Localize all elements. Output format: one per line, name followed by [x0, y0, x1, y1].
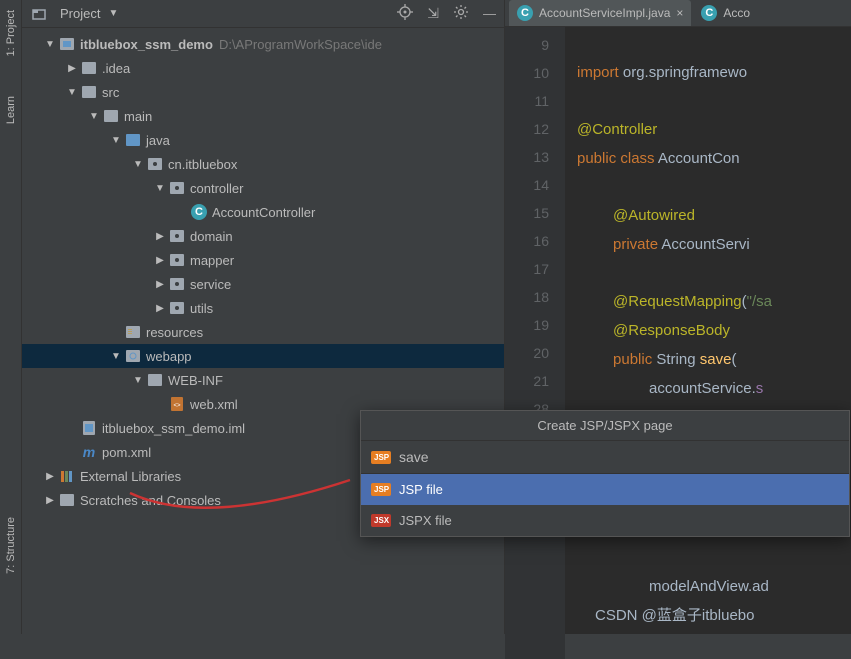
tree-main[interactable]: main — [22, 104, 504, 128]
tree-webinf[interactable]: WEB-INF — [22, 368, 504, 392]
package-icon — [168, 252, 186, 268]
project-title: Project — [60, 6, 100, 21]
tree-idea[interactable]: .idea — [22, 56, 504, 80]
hide-icon[interactable]: — — [483, 6, 496, 21]
package-icon — [146, 156, 164, 172]
filename-input[interactable] — [399, 449, 839, 465]
module-icon — [58, 36, 76, 52]
tree-java[interactable]: java — [22, 128, 504, 152]
jsp-icon: JSP — [371, 483, 391, 496]
tree-mapper[interactable]: mapper — [22, 248, 504, 272]
tree-package[interactable]: cn.itbluebox — [22, 152, 504, 176]
line-gutter: 91011 121314 1516 1718 192021 2829 — [505, 27, 565, 659]
dialog-title: Create JSP/JSPX page — [361, 411, 849, 441]
jsx-icon: JSX — [371, 514, 391, 527]
dialog-input-row: JSP — [361, 441, 849, 474]
source-folder-icon — [124, 132, 142, 148]
locate-icon[interactable] — [397, 4, 413, 23]
package-icon — [168, 300, 186, 316]
tree-service[interactable]: service — [22, 272, 504, 296]
tree-root[interactable]: itbluebox_ssm_demo D:\AProgramWorkSpace\… — [22, 32, 504, 56]
xml-icon: <> — [168, 396, 186, 412]
project-view-icon — [30, 6, 48, 22]
svg-text:<>: <> — [173, 403, 181, 409]
editor-tabs: C AccountServiceImpl.java × C Acco — [505, 0, 851, 27]
package-icon — [168, 180, 186, 196]
tree-account-controller[interactable]: C AccountController — [22, 200, 504, 224]
rail-learn[interactable]: Learn — [5, 96, 17, 124]
folder-icon — [146, 372, 164, 388]
project-panel: Project ▼ ⇲ — itbluebox_ssm_demo D:\APro… — [22, 0, 504, 634]
project-header: Project ▼ ⇲ — — [22, 0, 504, 28]
editor-body[interactable]: 91011 121314 1516 1718 192021 2829 impor… — [505, 27, 851, 659]
tree-resources[interactable]: resources — [22, 320, 504, 344]
dropdown-icon[interactable]: ▼ — [108, 8, 118, 19]
editor-tab-1[interactable]: C AccountServiceImpl.java × — [509, 0, 691, 26]
settings-icon[interactable] — [453, 4, 469, 23]
code-area[interactable]: import org.springframewo @Controller pub… — [565, 27, 851, 659]
class-icon: C — [517, 5, 533, 21]
maven-icon: m — [80, 444, 98, 460]
close-tab-icon[interactable]: × — [676, 6, 683, 20]
folder-icon — [80, 60, 98, 76]
resources-folder-icon — [124, 324, 142, 340]
folder-icon — [80, 84, 98, 100]
folder-icon — [102, 108, 120, 124]
option-jsp-file[interactable]: JSP JSP file — [361, 474, 849, 505]
rail-structure[interactable]: 7: Structure — [5, 517, 17, 574]
rail-project[interactable]: 1: Project — [5, 10, 17, 56]
left-tool-rail: 1: Project Learn 7: Structure — [0, 0, 22, 634]
tree-domain[interactable]: domain — [22, 224, 504, 248]
package-icon — [168, 276, 186, 292]
option-jspx-file[interactable]: JSX JSPX file — [361, 505, 849, 536]
web-folder-icon — [124, 348, 142, 364]
scratches-icon — [58, 492, 76, 508]
editor-tab-2[interactable]: C Acco — [693, 0, 758, 26]
tree-webapp[interactable]: webapp — [22, 344, 504, 368]
jsp-icon: JSP — [371, 451, 391, 464]
class-icon: C — [190, 204, 208, 220]
class-icon: C — [701, 5, 717, 21]
tree-controller[interactable]: controller — [22, 176, 504, 200]
tree-src[interactable]: src — [22, 80, 504, 104]
tree-utils[interactable]: utils — [22, 296, 504, 320]
libraries-icon — [58, 468, 76, 484]
editor-panel: C AccountServiceImpl.java × C Acco 91011… — [504, 0, 851, 634]
package-icon — [168, 228, 186, 244]
collapse-icon[interactable]: ⇲ — [427, 5, 439, 22]
iml-icon — [80, 420, 98, 436]
create-jsp-dialog: Create JSP/JSPX page JSP JSP JSP file JS… — [360, 410, 850, 537]
